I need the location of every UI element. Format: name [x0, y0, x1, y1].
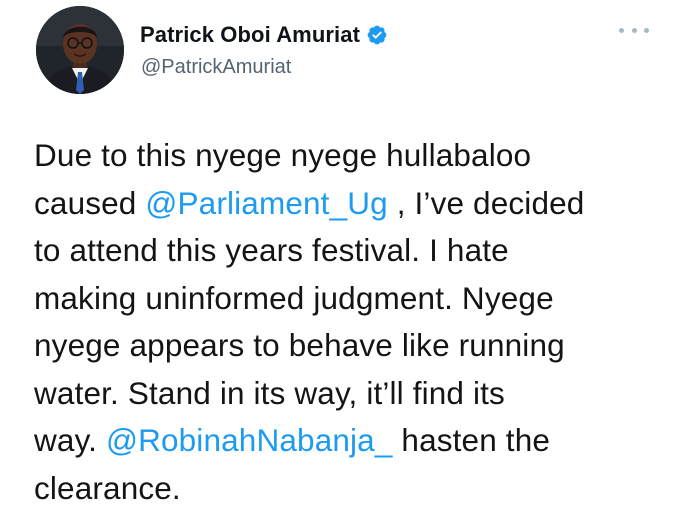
author-handle[interactable]: @PatrickAmuriat	[141, 56, 291, 79]
tweet-text-segment: nyege appears to behave like running	[34, 327, 565, 363]
tweet-text-segment: clearance.	[34, 469, 181, 506]
tweet-text-line: Due to this nyege nyege hullabaloo	[34, 132, 674, 180]
tweet-text-line: clearance.	[34, 465, 674, 513]
more-dot	[631, 27, 637, 33]
tweet-text-segment: to attend this years festival. I hate	[34, 232, 509, 268]
profile-photo-icon	[36, 6, 124, 94]
tweet-text-segment: hasten the	[392, 422, 551, 458]
tweet-text-line: nyege appears to behave like running	[34, 322, 674, 370]
tweet-text-segment: , I’ve decided	[387, 184, 585, 221]
more-options-icon[interactable]	[619, 22, 649, 38]
tweet-text-line: to attend this years festival. I hate	[34, 227, 674, 275]
tweet-text-line: caused @Parliament_Ug , I’ve decided	[34, 180, 674, 228]
more-dot	[644, 27, 649, 33]
avatar[interactable]	[36, 6, 124, 94]
tweet-text-segment: water. Stand in its way, it’ll find its	[34, 374, 505, 411]
verified-badge-icon	[366, 24, 388, 46]
tweet-text-segment: Due to this nyege nyege hullabaloo	[34, 137, 532, 173]
tweet-text-line: way. @RobinahNabanja_ hasten the	[34, 417, 674, 465]
tweet-text-line: making uninformed judgment. Nyege	[34, 275, 674, 323]
author-name-row: Patrick Oboi Amuriat	[140, 22, 388, 48]
tweet-text-segment: caused	[34, 184, 146, 221]
more-dot	[619, 27, 624, 33]
tweet-text-line: water. Stand in its way, it’ll find its	[34, 370, 674, 418]
author-display-name[interactable]: Patrick Oboi Amuriat	[140, 22, 360, 48]
tweet-text-segment: way.	[34, 422, 106, 458]
tweet-text: Due to this nyege nyege hullabaloo caused…	[34, 132, 674, 512]
mention-link[interactable]: @Parliament_Ug	[145, 185, 387, 221]
tweet-text-segment: making uninformed judgment. Nyege	[34, 279, 554, 316]
tweet-card: Patrick Oboi Amuriat @PatrickAmuriat Due…	[0, 0, 680, 517]
mention-link[interactable]: @RobinahNabanja_	[106, 422, 393, 458]
